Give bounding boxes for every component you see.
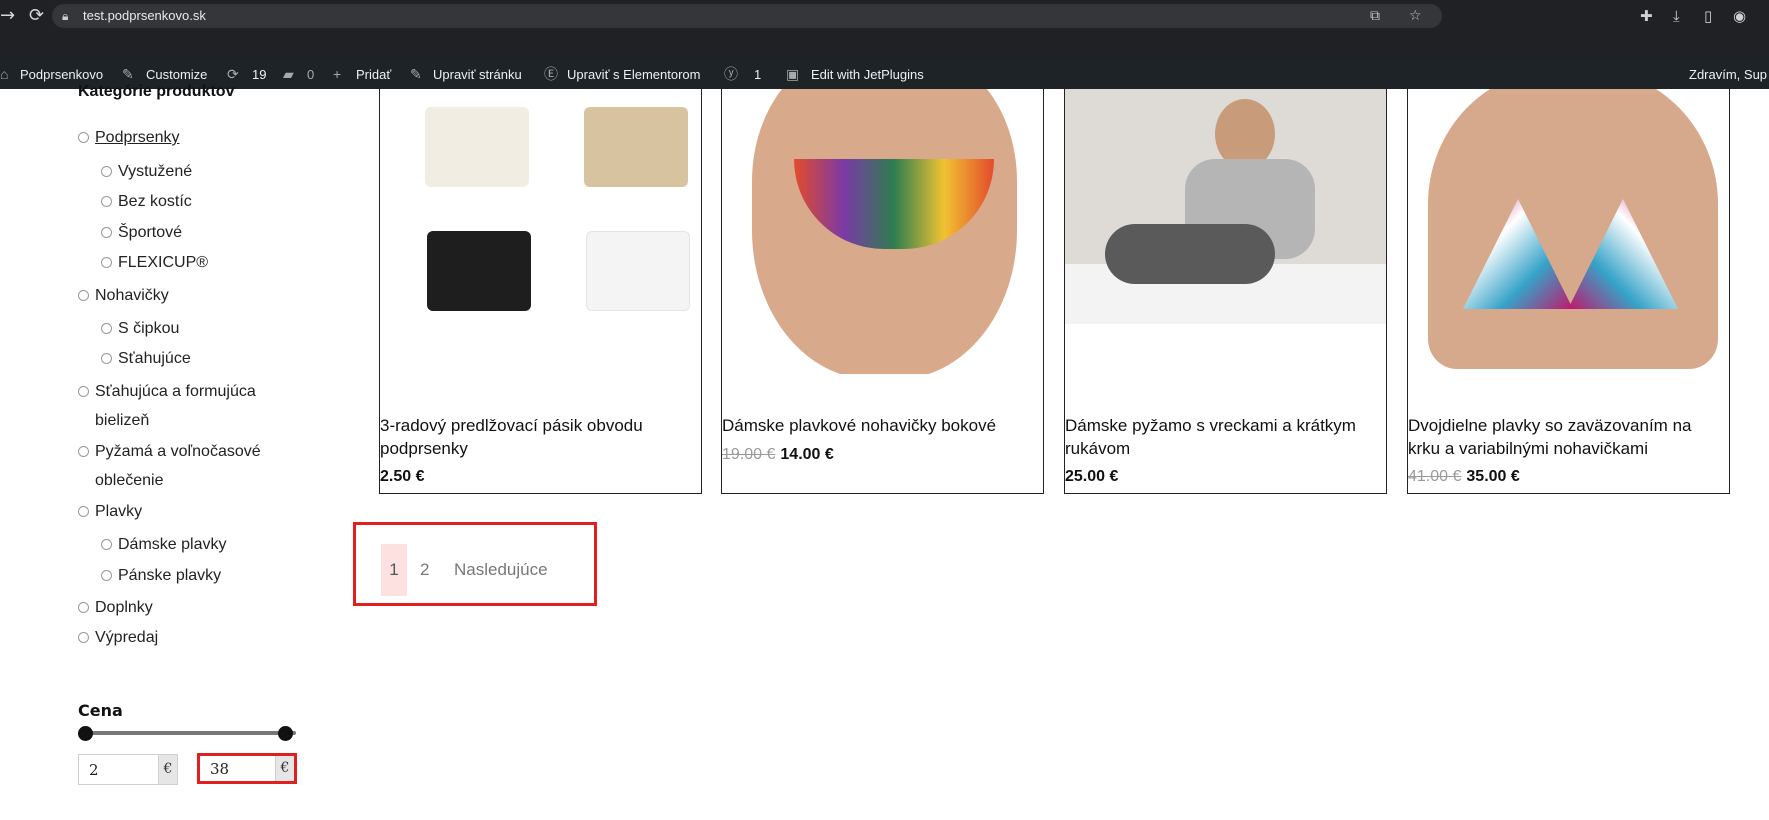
radio-icon [101, 196, 112, 207]
comments-icon: ▰ [283, 66, 294, 82]
category-damske-plavky[interactable]: Dámske plavky [101, 534, 226, 556]
product-name[interactable]: 3-radový predlžovací pásik obvodu podprse… [380, 414, 701, 460]
wordpress-home-icon: ⌂ [0, 66, 9, 82]
radio-icon [78, 632, 89, 643]
product-name[interactable]: Dvojdielne plavky so zaväzovaním na krku … [1408, 414, 1729, 460]
price-max-input[interactable] [200, 756, 280, 781]
address-bar[interactable]: 🔒︎ test.podprsenkovo.sk ⧉ ☆ [52, 4, 1442, 28]
product-price: 2.50 € [380, 468, 425, 485]
side-panel-icon[interactable]: ▯ [1704, 4, 1712, 28]
admin-bar-edit-elementor[interactable]: Upraviť s Elementorom [567, 60, 700, 89]
radio-icon [78, 132, 89, 143]
extender-beige [584, 107, 688, 187]
pajama-pants [1105, 224, 1275, 284]
category-nohavicky[interactable]: Nohavičky [78, 285, 169, 307]
product-card[interactable]: 3-radový predlžovací pásik obvodu podprse… [379, 89, 702, 494]
product-name[interactable]: Dámske pyžamo s vreckami a krátkym rukávo… [1065, 414, 1386, 460]
currency-label: € [158, 755, 177, 784]
admin-bar-edit-page[interactable]: Upraviť stránku [433, 60, 522, 89]
url-text: test.podprsenkovo.sk [83, 8, 206, 23]
radio-icon [78, 602, 89, 613]
radio-icon [78, 446, 89, 457]
shop-sidebar: Kategórie produktov Podprsenky Vystužené… [0, 83, 300, 820]
product-price: 25.00 € [1065, 468, 1119, 485]
translate-icon[interactable]: ⧉ [1370, 4, 1380, 28]
radio-icon [78, 386, 89, 397]
product-image-bikini-top[interactable] [1408, 89, 1729, 374]
category-stahujuce[interactable]: Sťahujúce [101, 348, 191, 370]
next-page-link[interactable]: Nasledujúce [454, 544, 548, 596]
forward-icon[interactable]: → [0, 4, 15, 28]
yoast-icon: ⓨ [724, 66, 738, 82]
bookmark-star-icon[interactable]: ☆ [1409, 4, 1422, 28]
wp-admin-bar: ⌂ Podprsenkovo ✎ Customize ⟳ 19 ▰ 0 + Pr… [0, 60, 1769, 89]
price-min-input[interactable] [79, 755, 159, 784]
admin-bar-yoast-count[interactable]: 1 [754, 60, 761, 89]
price-filter-title: Cena [78, 701, 123, 720]
admin-bar-comments-count[interactable]: 0 [307, 60, 314, 89]
product-card[interactable]: Dámske plavkové nohavičky bokové 19.00 €… [721, 89, 1044, 494]
price-max-field: € [197, 753, 297, 784]
radio-icon [101, 323, 112, 334]
edit-pencil-icon: ✎ [410, 66, 422, 82]
category-s-cipkou[interactable]: S čipkou [101, 318, 179, 340]
extender-white [586, 231, 690, 311]
admin-bar-updates-count[interactable]: 19 [252, 60, 266, 89]
radio-icon [101, 353, 112, 364]
category-stahujuca-formujuca-line2[interactable]: bielizeň [95, 410, 149, 432]
category-plavky[interactable]: Plavky [78, 501, 142, 523]
product-card[interactable]: Dámske pyžamo s vreckami a krátkym rukávo… [1064, 89, 1387, 494]
radio-icon [101, 539, 112, 550]
body-shape [1428, 89, 1718, 369]
radio-icon [78, 506, 89, 517]
page-current: 1 [381, 544, 407, 596]
product-price: 41.00 €35.00 € [1408, 468, 1520, 485]
plus-icon: + [333, 66, 342, 82]
admin-bar-greeting[interactable]: Zdravím, Sup [1689, 60, 1767, 89]
download-icon[interactable]: ⤓ [1673, 4, 1680, 28]
category-vystuzene[interactable]: Vystužené [101, 161, 192, 183]
jetplugins-icon: ▣ [786, 66, 800, 82]
radio-icon [78, 290, 89, 301]
radio-icon [101, 166, 112, 177]
product-image-pajamas[interactable] [1065, 89, 1386, 374]
admin-bar-add-new[interactable]: Pridať [356, 60, 391, 89]
price-slider-min-handle[interactable] [78, 726, 93, 741]
pagination: 1 2 Nasledujúce [353, 522, 597, 606]
product-card[interactable]: Dvojdielne plavky so zaväzovaním na krku … [1407, 89, 1730, 494]
category-pyzama[interactable]: Pyžamá a voľnočasové [78, 441, 261, 463]
browser-toolbar: → ⟳ 🔒︎ test.podprsenkovo.sk ⧉ ☆ ✚ ⤓ ▯ ◉ [0, 0, 1769, 60]
product-price: 19.00 €14.00 € [722, 446, 834, 463]
elementor-icon: Ⓔ [544, 66, 558, 82]
product-image-bikini-bottoms[interactable] [722, 89, 1043, 374]
radio-icon [101, 257, 112, 268]
reload-icon[interactable]: ⟳ [29, 4, 44, 28]
category-pyzama-line2[interactable]: oblečenie [95, 470, 164, 492]
price-slider-track[interactable] [86, 731, 296, 735]
categories-title: Kategórie produktov [78, 83, 235, 100]
radio-icon [101, 227, 112, 238]
category-podprsenky[interactable]: Podprsenky [78, 127, 180, 149]
lock-icon: 🔒︎ [62, 9, 69, 23]
extender-ivory [425, 107, 529, 187]
price-slider-max-handle[interactable] [278, 726, 293, 741]
radio-icon [101, 570, 112, 581]
category-flexicup[interactable]: FLEXICUP® [101, 252, 208, 274]
category-stahujuca-formujuca[interactable]: Sťahujúca a formujúca [78, 381, 256, 403]
admin-bar-jetplugins[interactable]: Edit with JetPlugins [811, 60, 924, 89]
category-doplnky[interactable]: Doplnky [78, 597, 153, 619]
category-bez-kostic[interactable]: Bez kostíc [101, 191, 192, 213]
currency-label: € [275, 756, 294, 781]
product-image-bra-extenders[interactable] [380, 89, 701, 374]
category-vypredaj[interactable]: Výpredaj [78, 627, 158, 649]
product-name[interactable]: Dámske plavkové nohavičky bokové [722, 414, 1043, 437]
category-panske-plavky[interactable]: Pánske plavky [101, 565, 221, 587]
price-min-field: € [78, 754, 178, 785]
incognito-icon[interactable]: ◉ [1733, 4, 1746, 28]
page-2-link[interactable]: 2 [420, 544, 429, 596]
category-sportove[interactable]: Športové [101, 222, 182, 244]
extender-black [427, 231, 531, 311]
extensions-icon[interactable]: ✚ [1640, 4, 1653, 28]
